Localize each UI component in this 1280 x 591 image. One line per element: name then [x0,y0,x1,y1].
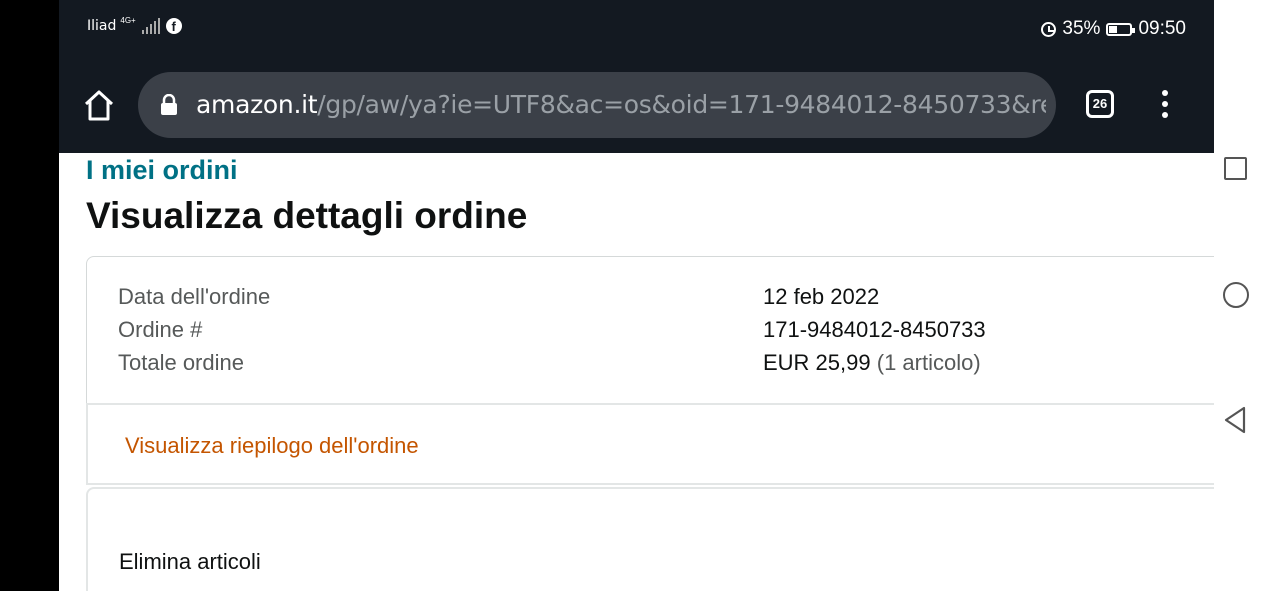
facebook-icon: f [165,18,182,34]
status-right: 35% 09:50 [1041,18,1186,40]
delete-items-link[interactable]: Elimina articoli [119,549,261,575]
breadcrumb-my-orders[interactable]: I miei ordini [86,155,238,186]
system-nav-bar [1214,0,1280,591]
carrier-name: Iliad [87,18,117,34]
view-order-summary-link[interactable]: Visualizza riepilogo dell'ordine [125,433,419,459]
address-bar[interactable]: amazon.it/gp/aw/ya?ie=UTF8&ac=os&oid=171… [138,72,1056,138]
page-content: I miei ordini Visualizza dettagli ordine… [59,153,1214,591]
battery-percent: 35% [1062,18,1101,39]
status-left: Iliad 4G+ f [87,15,182,34]
order-number-label: Ordine # [118,317,203,342]
url-path: /gp/aw/ya?ie=UTF8&ac=os&oid=171-9484012-… [317,90,1046,119]
page-title: Visualizza dettagli ordine [86,195,528,236]
order-details-card: Data dell'ordine 12 feb 2022 Ordine # 17… [86,256,1214,416]
triangle-back-icon[interactable] [1222,405,1248,435]
lock-icon [161,94,177,115]
browser-toolbar: amazon.it/gp/aw/ya?ie=UTF8&ac=os&oid=171… [59,60,1214,153]
order-items-box: Elimina articoli [86,487,1214,591]
order-number-value: 171-9484012-8450733 [763,317,986,342]
battery-fill [1109,25,1118,33]
url-text[interactable]: amazon.it/gp/aw/ya?ie=UTF8&ac=os&oid=171… [196,90,1046,119]
order-date-label: Data dell'ordine [118,284,271,309]
order-total-row: Totale ordine EUR 25,99 (1 articolo) [118,350,981,376]
order-total-label: Totale ordine [118,350,244,375]
order-total-amount: EUR 25,99 [763,350,871,375]
square-icon[interactable] [1224,157,1247,180]
battery-icon [1106,22,1136,36]
circle-icon[interactable] [1223,282,1249,308]
url-domain: amazon.it [196,90,318,119]
home-icon[interactable] [83,88,115,122]
tab-switcher-button[interactable]: 26 [1086,90,1114,118]
order-date-value: 12 feb 2022 [763,284,880,309]
order-total-value: EUR 25,99 (1 articolo) [763,350,981,376]
status-bar: Iliad 4G+ f 35% 09:50 [59,0,1214,60]
order-item-count: (1 articolo) [876,350,981,375]
alarm-icon [1041,21,1057,37]
signal-icon [141,18,160,34]
network-type: 4G+ [120,15,136,25]
browser-screen: Iliad 4G+ f 35% 09:50 amazon.it/gp/aw/ya… [59,0,1214,591]
clock: 09:50 [1138,18,1186,39]
order-summary-box[interactable]: Visualizza riepilogo dell'ordine [86,403,1214,485]
more-options-icon[interactable] [1157,90,1173,122]
order-number-row: Ordine # 171-9484012-8450733 [118,317,986,343]
order-date-row: Data dell'ordine 12 feb 2022 [118,284,879,310]
